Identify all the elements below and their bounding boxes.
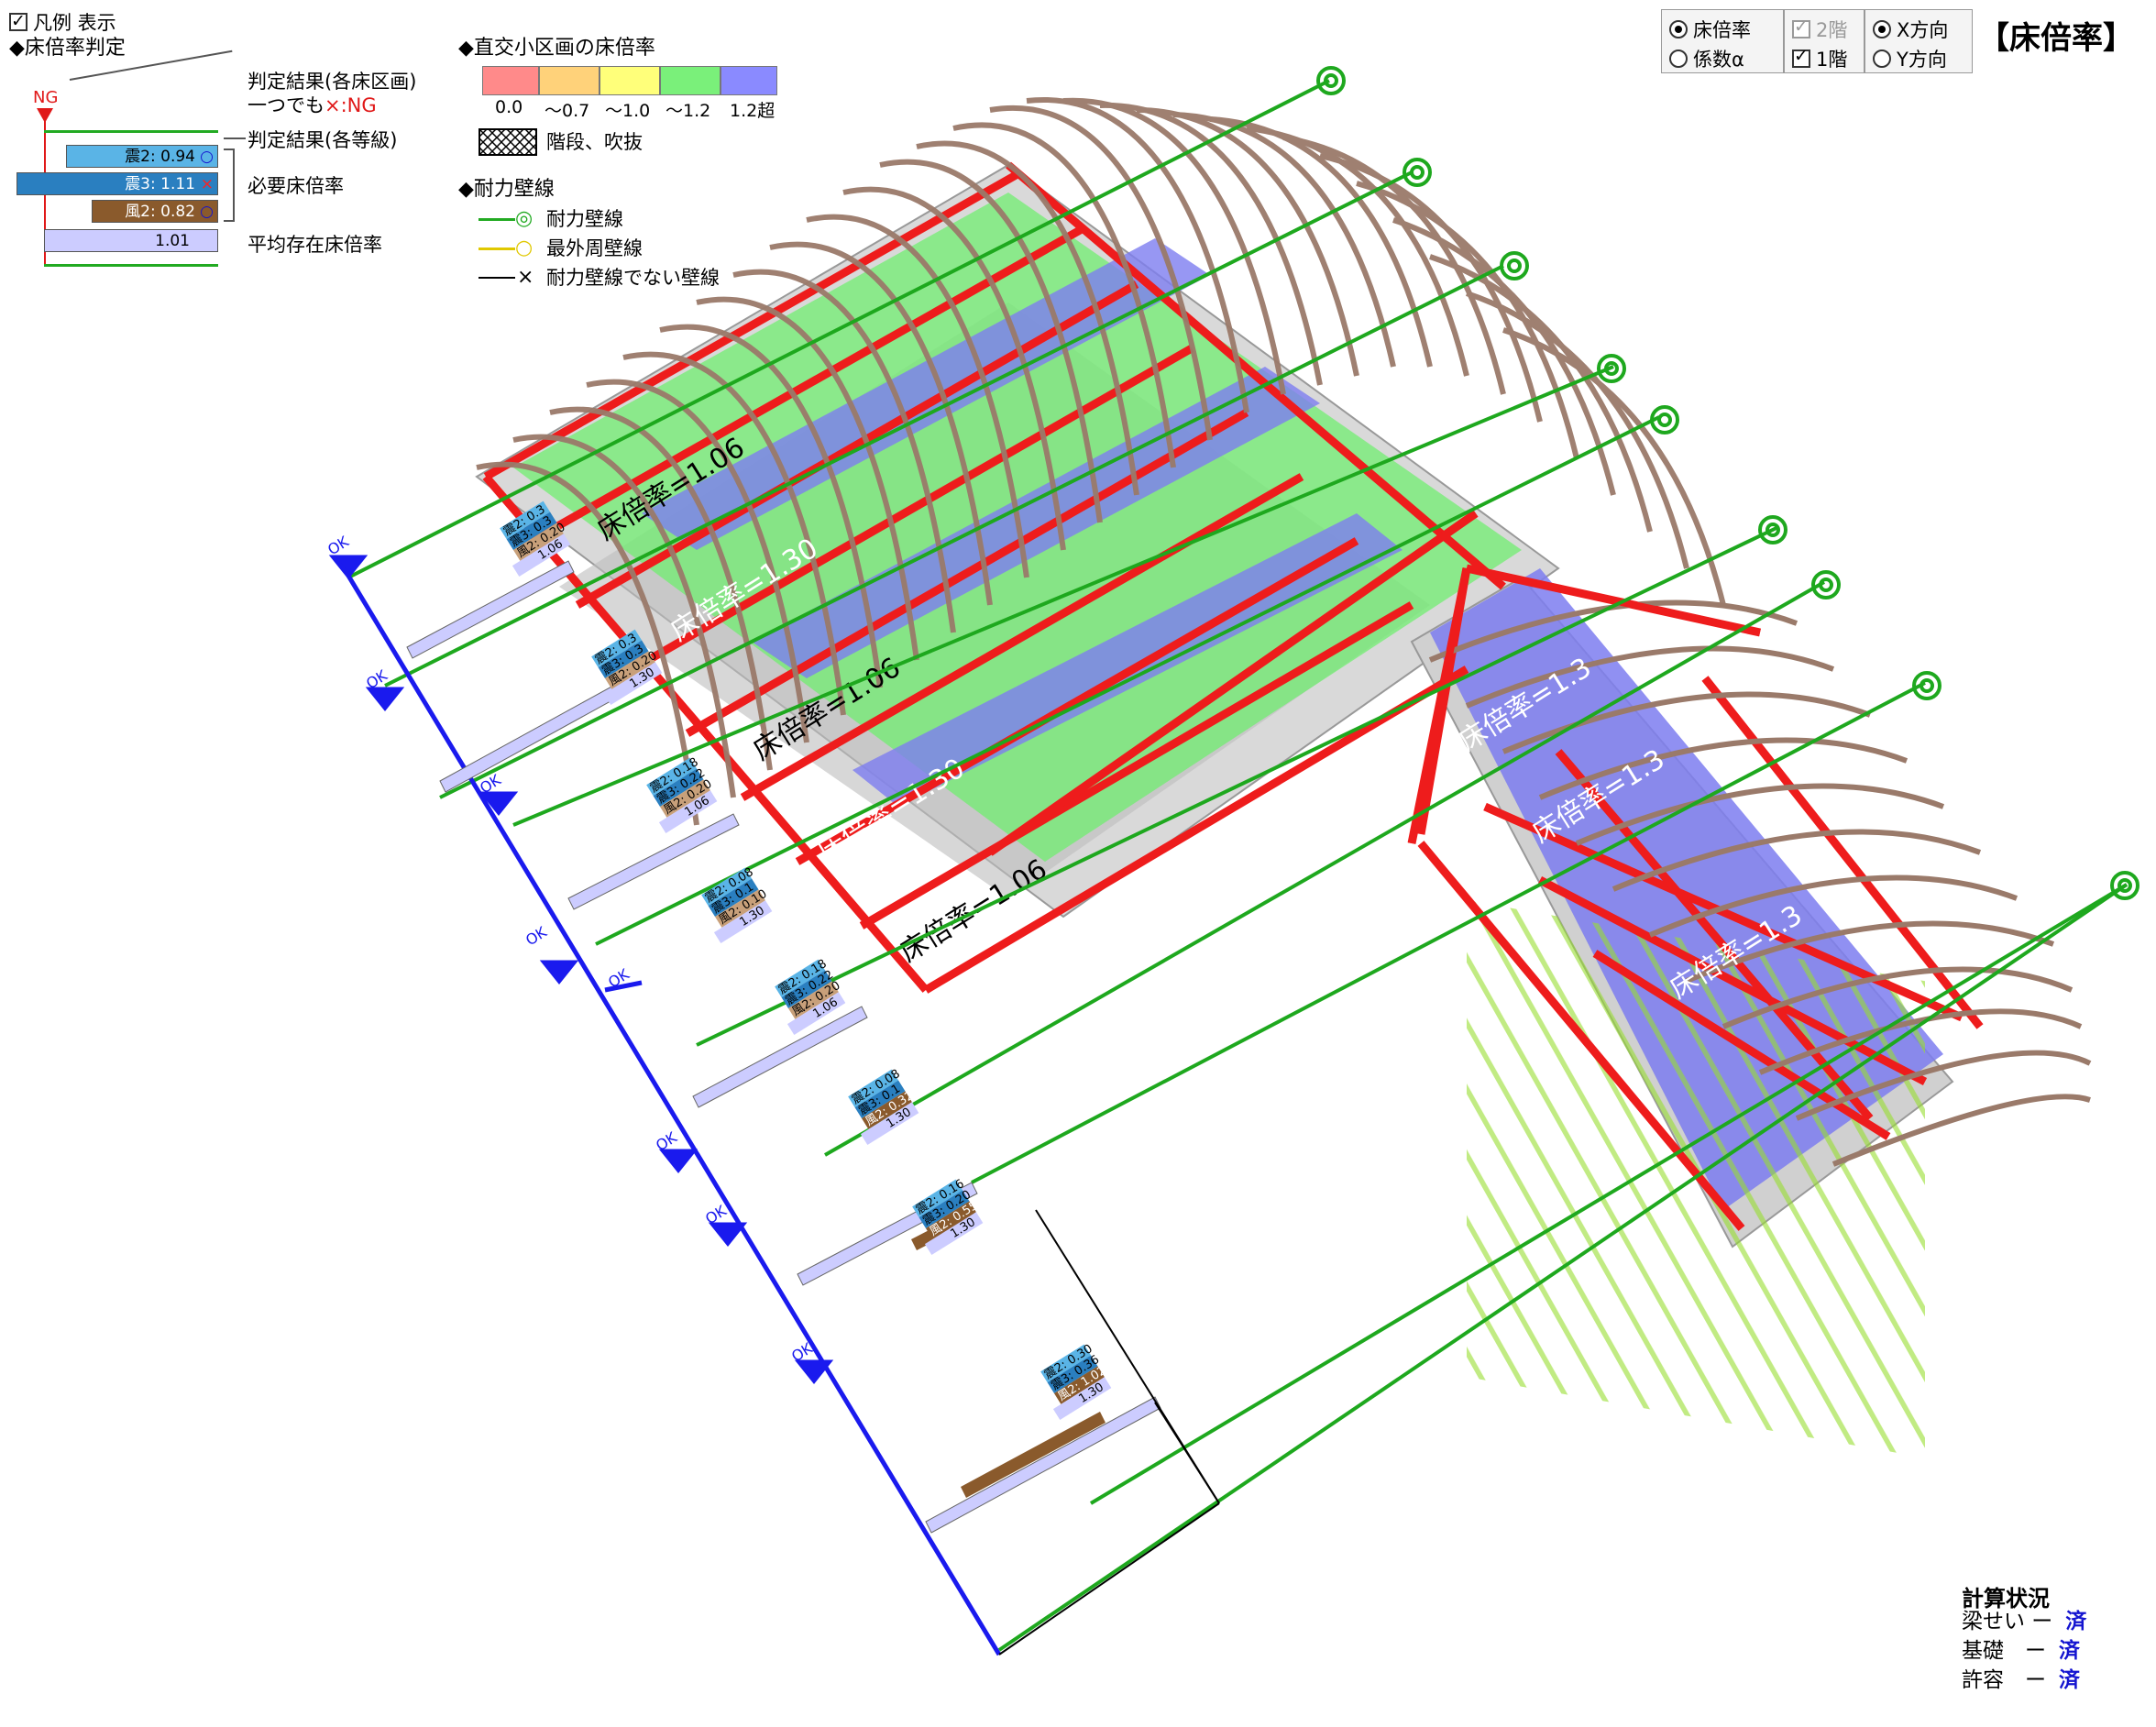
- value-panel-8: 震2: 0.30 震3: 0.36 風2: 1.02 1.30: [1040, 1342, 1112, 1421]
- hatch-label: 階段、吹抜: [546, 131, 643, 153]
- legend-show-label: 凡例 表示: [33, 12, 116, 34]
- ok-mark-1: OK: [324, 533, 352, 559]
- color-swatch-2: [600, 66, 660, 95]
- legend-show-toggle[interactable]: 凡例 表示: [9, 9, 116, 35]
- wall-line-header: ◆耐力壁線: [458, 178, 555, 201]
- color-swatch-4: [720, 66, 777, 95]
- color-swatch-0: [482, 66, 539, 95]
- legend-top-line: [44, 130, 218, 133]
- hatch-swatch: [478, 128, 537, 156]
- check-floor-2-box: [1792, 16, 1810, 38]
- view-title: 【床倍率】: [1978, 20, 2134, 57]
- wall-line-label-green: 耐力壁線: [546, 208, 623, 230]
- color-label-0: 0.0: [495, 97, 523, 117]
- legend-show-checkbox[interactable]: [9, 9, 28, 33]
- color-swatch-1: [539, 66, 600, 95]
- ok-mark-4: OK: [522, 923, 550, 950]
- legend-result-grade: 判定結果(各等級): [248, 129, 398, 151]
- radio-coefficient-alpha-icon[interactable]: [1669, 50, 1688, 68]
- radio-y-direction[interactable]: Y方向: [1873, 45, 1947, 72]
- wall-line-sample-green: [478, 218, 515, 221]
- wall-line-icon-green: ◎: [515, 207, 534, 230]
- radio-coefficient-alpha[interactable]: 係数α: [1669, 45, 1744, 72]
- judgment-header: ◆床倍率判定: [9, 37, 126, 60]
- legend-bottom-line: [44, 264, 218, 267]
- legend-result-section-1: 判定結果(各床区画): [248, 71, 417, 93]
- radio-floor-ratio-icon[interactable]: [1669, 20, 1688, 38]
- model-viewport[interactable]: 床倍率=1.06 床倍率=1.30 床倍率=1.06 床倍率=1.30 床倍率=…: [0, 0, 2156, 1727]
- status-row-allowable: 許容 ー済: [1962, 1668, 2080, 1692]
- wall-line-icon-yellow: ○: [515, 236, 534, 259]
- legend-required-ratio: 必要床倍率: [248, 175, 344, 197]
- legend-average-ratio: 平均存在床倍率: [248, 234, 382, 256]
- legend-bar-average: 1.01: [44, 229, 218, 252]
- color-label-1: 〜0.7: [544, 101, 590, 121]
- legend-bracket: [224, 148, 235, 222]
- radio-floor-ratio[interactable]: 床倍率: [1669, 16, 1751, 43]
- color-label-3: 〜1.2: [666, 101, 711, 121]
- mode-radio-group: 床倍率 係数α: [1661, 9, 1784, 73]
- legend-bar-shin2: 震2: 0.94 ○: [66, 145, 218, 168]
- status-row-foundation: 基礎 ー済: [1962, 1639, 2080, 1663]
- wall-line-label-yellow: 最外周壁線: [546, 237, 643, 259]
- radio-y-direction-icon[interactable]: [1873, 50, 1891, 68]
- color-label-2: 〜1.0: [605, 101, 651, 121]
- radio-x-direction-icon[interactable]: [1873, 20, 1891, 38]
- value-panel-4: 震2: 0.08 震3: 0.1 風2: 0.10 1.30: [701, 865, 773, 944]
- legend-result-section-2: 一つでも×:NG: [248, 94, 377, 116]
- legend-bar-shin3: 震3: 1.11 ×: [16, 172, 218, 195]
- value-panel-6: 震2: 0.08 震3: 0.1 風2: 0.32 1.30: [848, 1067, 919, 1146]
- color-scale-header: ◆直交小区画の床倍率: [458, 37, 655, 60]
- legend-bar-kaze2: 風2: 0.82 ○: [92, 200, 218, 223]
- wall-line-icon-black: ×: [517, 266, 534, 289]
- color-label-4: 1.2超: [730, 101, 776, 121]
- legend-grade-pointer: [224, 138, 246, 139]
- check-floor-1-box[interactable]: [1792, 46, 1810, 68]
- ng-marker: NG: [33, 88, 59, 107]
- radio-x-direction[interactable]: X方向: [1873, 16, 1948, 43]
- wall-line-sample-yellow: [478, 248, 515, 250]
- check-floor-1[interactable]: 1階: [1792, 45, 1847, 72]
- status-header: 計算状況: [1962, 1586, 2050, 1612]
- color-swatch-3: [660, 66, 720, 95]
- status-row-beam: 梁せい ー済: [1962, 1610, 2087, 1634]
- floor-check-group: 2階 1階: [1784, 9, 1864, 73]
- wall-line-sample-black: [478, 277, 515, 279]
- direction-radio-group: X方向 Y方向: [1864, 9, 1973, 73]
- check-floor-2: 2階: [1792, 16, 1847, 43]
- wall-line-label-black: 耐力壁線でない壁線: [546, 267, 720, 289]
